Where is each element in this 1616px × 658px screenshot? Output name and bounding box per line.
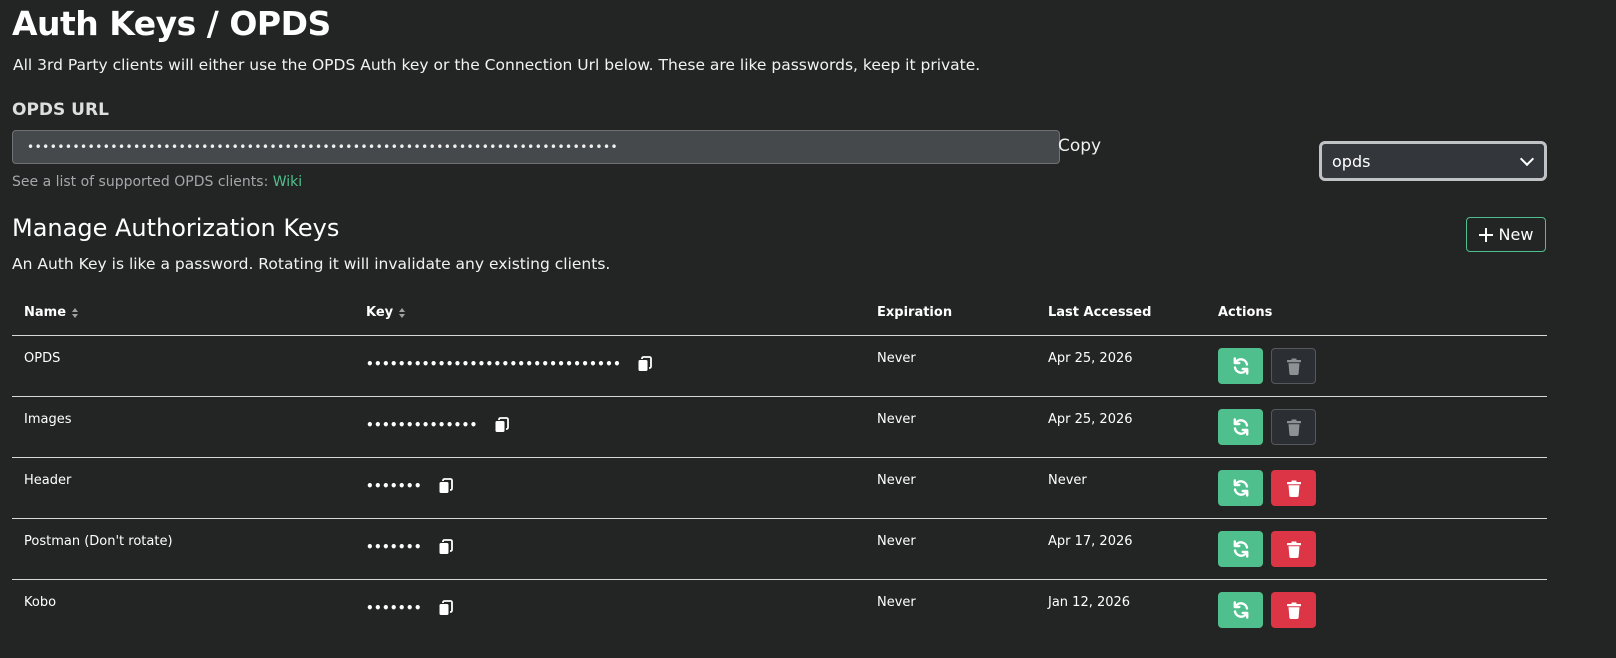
opds-url-label: OPDS URL [12,100,109,120]
sort-icon [72,307,79,318]
masked-key: •••••••••••••••••••••••••••••••• [366,357,622,371]
manage-keys-title: Manage Authorization Keys [12,214,340,242]
delete-key-button[interactable] [1271,409,1316,445]
key-value-cell: •••••••••••••• [366,417,510,433]
table-row: Postman (Don't rotate) ••••••• Never Apr… [12,519,1547,580]
opds-url-input[interactable] [12,130,1060,164]
rotate-icon [1233,540,1248,558]
table-row: Images •••••••••••••• Never Apr 25, 2026 [12,397,1547,458]
rotate-key-button[interactable] [1218,531,1263,567]
column-header-name[interactable]: Name [24,305,79,320]
column-header-key-label: Key [366,305,394,320]
key-value-cell: ••••••• [366,539,454,555]
actions-cell [1218,592,1316,628]
page-title: Auth Keys / OPDS [12,4,331,43]
table-body: OPDS •••••••••••••••••••••••••••••••• Ne… [12,336,1547,640]
actions-cell [1218,348,1316,384]
rotate-key-button[interactable] [1218,348,1263,384]
key-name-cell: Postman (Don't rotate) [24,534,173,549]
key-name-cell: Header [24,473,72,488]
key-value-cell: ••••••• [366,478,454,494]
table-header: Name Key Expiration Last Accessed Action… [12,290,1547,336]
key-select[interactable]: opds [1319,141,1547,181]
key-name-cell: Kobo [24,595,57,610]
last-accessed-cell: Apr 17, 2026 [1048,534,1133,549]
copy-icon[interactable] [494,417,510,433]
delete-key-button[interactable] [1271,348,1316,384]
copy-icon[interactable] [438,478,454,494]
rotate-key-button[interactable] [1218,470,1263,506]
expiration-cell: Never [877,534,916,549]
page-subtitle: All 3rd Party clients will either use th… [13,56,981,74]
column-header-last-accessed: Last Accessed [1048,305,1152,320]
wiki-link[interactable]: Wiki [273,174,302,190]
rotate-icon [1233,479,1248,497]
copy-icon[interactable] [637,356,653,372]
actions-cell [1218,470,1316,506]
trash-icon [1286,602,1301,619]
delete-key-button[interactable] [1271,470,1316,506]
sort-icon [399,307,406,318]
column-header-name-label: Name [24,305,67,320]
masked-key: ••••••• [366,601,422,615]
last-accessed-cell: Apr 25, 2026 [1048,412,1133,427]
chevron-down-icon [1519,151,1535,167]
table-row: Header ••••••• Never Never [12,458,1547,519]
copy-url-button[interactable]: Copy [1058,136,1101,156]
new-key-button[interactable]: New [1466,217,1546,252]
key-name-cell: Images [24,412,72,427]
clients-hint-text: See a list of supported OPDS clients: [12,174,273,190]
table-row: Kobo ••••••• Never Jan 12, 2026 [12,580,1547,640]
masked-key: ••••••• [366,540,422,554]
expiration-cell: Never [877,412,916,427]
rotate-icon [1233,418,1248,436]
actions-cell [1218,409,1316,445]
expiration-cell: Never [877,351,916,366]
actions-cell [1218,531,1316,567]
copy-icon[interactable] [438,539,454,555]
last-accessed-cell: Apr 25, 2026 [1048,351,1133,366]
manage-keys-subtitle: An Auth Key is like a password. Rotating… [12,255,611,273]
key-name-cell: OPDS [24,351,61,366]
delete-key-button[interactable] [1271,592,1316,628]
column-header-actions: Actions [1218,305,1273,320]
table-row: OPDS •••••••••••••••••••••••••••••••• Ne… [12,336,1547,397]
column-header-key[interactable]: Key [366,305,406,320]
delete-key-button[interactable] [1271,531,1316,567]
new-key-button-label: New [1498,225,1534,244]
rotate-icon [1233,357,1248,375]
rotate-key-button[interactable] [1218,409,1263,445]
last-accessed-cell: Jan 12, 2026 [1048,595,1131,610]
expiration-cell: Never [877,473,916,488]
key-select-value: opds [1332,151,1371,171]
trash-icon [1286,480,1301,497]
copy-icon[interactable] [438,600,454,616]
trash-icon [1286,541,1301,558]
clients-hint: See a list of supported OPDS clients: Wi… [12,174,302,190]
key-value-cell: ••••••• [366,600,454,616]
rotate-icon [1233,601,1248,619]
masked-key: ••••••• [366,479,422,493]
column-header-expiration: Expiration [877,305,953,320]
plus-icon [1478,227,1493,242]
auth-keys-page: Auth Keys / OPDS All 3rd Party clients w… [0,0,1616,658]
trash-icon [1286,419,1301,436]
expiration-cell: Never [877,595,916,610]
key-value-cell: •••••••••••••••••••••••••••••••• [366,356,653,372]
last-accessed-cell: Never [1048,473,1087,488]
masked-key: •••••••••••••• [366,418,478,432]
rotate-key-button[interactable] [1218,592,1263,628]
trash-icon [1286,358,1301,375]
auth-keys-table: Name Key Expiration Last Accessed Action… [12,290,1547,640]
